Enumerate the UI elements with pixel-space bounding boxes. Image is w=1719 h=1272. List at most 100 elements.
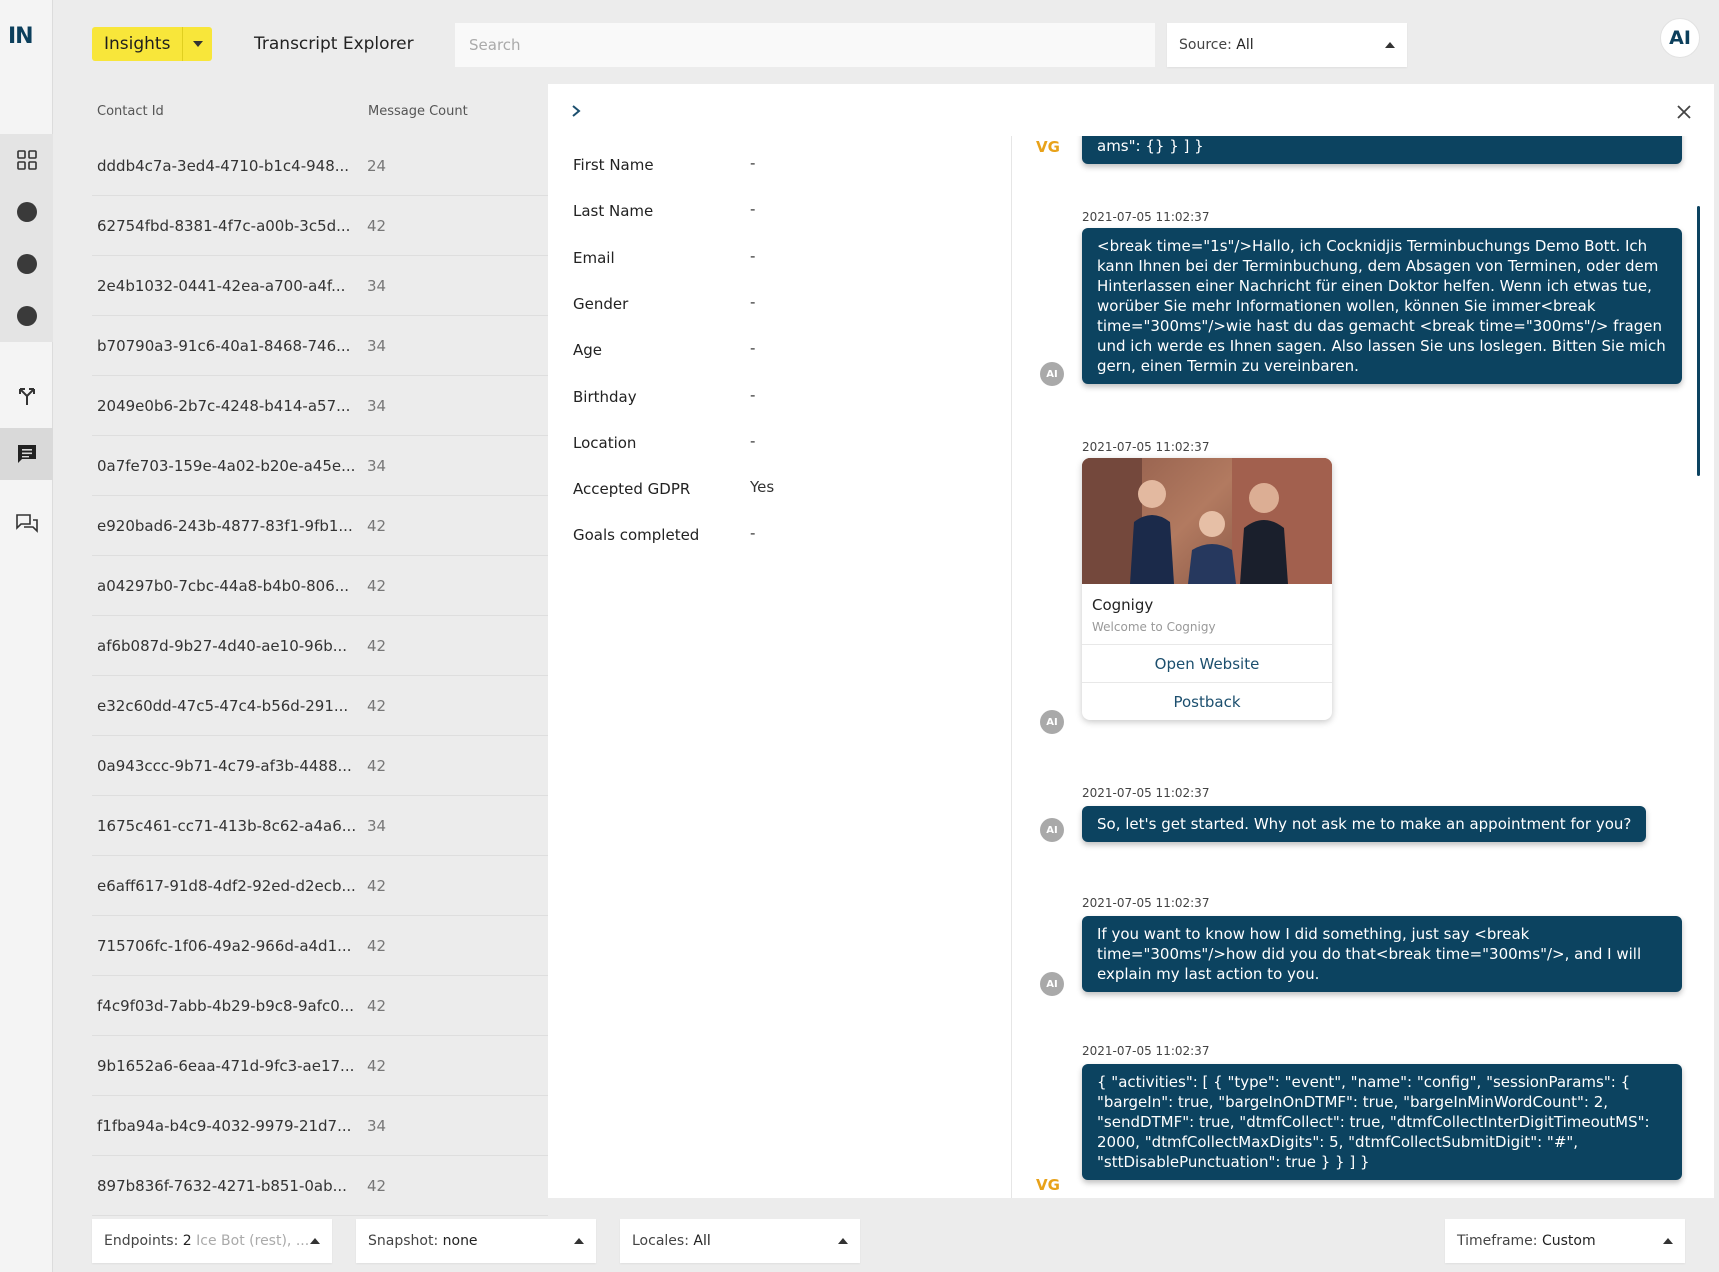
card-subtitle: Welcome to Cognigy [1092,620,1216,634]
contact-id-cell: a04297b0-7cbc-44a8-b4b0-806... [97,576,350,595]
vg-avatar: VG [1036,138,1060,156]
profile-field-label: Email [573,248,615,267]
table-row[interactable]: e6aff617-91d8-4df2-92ed-d2ecb... 42 [92,856,548,916]
profile-field-value: - [750,339,756,358]
table-row[interactable]: 0a7fe703-159e-4a02-b20e-a45e... 34 [92,436,548,496]
contact-id-cell: 1675c461-cc71-413b-8c62-a4a6... [97,816,357,835]
dropdown-arrow-icon [1663,1238,1673,1244]
contact-list: dddb4c7a-3ed4-4710-b1c4-948... 24 62754fbd… [92,136,548,1216]
snapshot-select[interactable]: Snapshot: none [356,1219,596,1263]
table-row[interactable]: 0a943ccc-9b71-4c79-af3b-4488... 42 [92,736,548,796]
nav-item-2[interactable] [0,238,53,290]
table-row[interactable]: dddb4c7a-3ed4-4710-b1c4-948... 24 [92,136,548,196]
contact-id-cell: 0a7fe703-159e-4a02-b20e-a45e... [97,456,356,475]
page-title: Transcript Explorer [254,34,414,54]
search-input[interactable] [455,23,1155,67]
table-row[interactable]: b70790a3-91c6-40a1-8468-746... 34 [92,316,548,376]
source-select[interactable]: Source: All [1167,23,1407,67]
message-bubble: { "activities": [ { "type": "event", "na… [1082,1064,1682,1180]
column-header-contact-id[interactable]: Contact Id [97,104,164,119]
source-label: Source: [1179,37,1232,53]
chevron-down-icon[interactable] [182,27,212,61]
table-row[interactable]: 897b836f-7632-4271-b851-0ab... 42 [92,1156,548,1216]
profile-field-label: Accepted GDPR [573,480,691,499]
table-row[interactable]: 2e4b1032-0441-42ea-a700-a4f... 34 [92,256,548,316]
chevron-right-icon[interactable] [570,104,582,118]
grid-icon [16,150,37,170]
table-row[interactable]: af6b087d-9b27-4d40-ae10-96b... 42 [92,616,548,676]
table-row[interactable]: e920bad6-243b-4877-83f1-9fb1... 42 [92,496,548,556]
nav-dashboard[interactable] [0,134,53,186]
profile-field-label: Age [573,341,603,360]
contact-id-cell: 2e4b1032-0441-42ea-a700-a4f... [97,276,346,295]
dropdown-arrow-icon [838,1238,848,1244]
profile-field-label: Goals completed [573,526,700,545]
profile-field-label: Birthday [573,387,637,406]
endpoints-value: Ice Bot (rest), ... [196,1233,310,1249]
table-row[interactable]: 715706fc-1f06-49a2-966d-a4d1... 42 [92,916,548,976]
table-row[interactable]: 1675c461-cc71-413b-8c62-a4a6... 34 [92,796,548,856]
open-website-button[interactable]: Open Website [1082,644,1332,682]
source-value: All [1236,37,1254,53]
message-count-cell: 24 [367,156,387,175]
postback-button[interactable]: Postback [1082,682,1332,720]
contact-id-cell: 62754fbd-8381-4f7c-a00b-3c5d... [97,216,351,235]
timeframe-label: Timeframe: [1457,1233,1538,1249]
circle-icon [16,254,37,274]
contact-id-cell: dddb4c7a-3ed4-4710-b1c4-948... [97,156,350,175]
nav-conversations[interactable] [0,498,53,550]
table-row[interactable]: 9b1652a6-6eaa-471d-9fc3-ae17... 42 [92,1036,548,1096]
table-row[interactable]: 62754fbd-8381-4f7c-a00b-3c5d... 42 [92,196,548,256]
table-row[interactable]: f1fba94a-b4c9-4032-9979-21d7... 34 [92,1096,548,1156]
table-row[interactable]: f4c9f03d-7abb-4b29-b9c8-9afc0... 42 [92,976,548,1036]
profile-field-label: Last Name [573,202,654,221]
timestamp: 2021-07-05 11:02:37 [1082,1044,1210,1058]
locales-select[interactable]: Locales: All [620,1219,860,1263]
scrollbar[interactable] [1697,206,1700,476]
card-title: Cognigy [1092,596,1154,614]
message-bubble: ams": {} } ] } [1082,136,1682,164]
merge-arrows-icon [18,388,35,405]
vg-avatar: VG [1036,1176,1060,1194]
contact-id-cell: f4c9f03d-7abb-4b29-b9c8-9afc0... [97,996,355,1015]
message-count-cell: 34 [367,456,387,475]
message-count-cell: 34 [367,276,387,295]
gallery-card: Cognigy Welcome to Cognigy Open Website … [1082,458,1332,720]
message-count-cell: 34 [367,396,387,415]
chat-transcript: VG ams": {} } ] } 2021-07-05 11:02:37 <b… [1012,136,1702,1198]
contact-id-cell: e6aff617-91d8-4df2-92ed-d2ecb... [97,876,356,895]
profile-field-value: - [750,154,756,172]
endpoints-select[interactable]: Endpoints: 2 Ice Bot (rest), ... [92,1219,332,1263]
profile-field-value: - [750,524,756,543]
contact-id-cell: b70790a3-91c6-40a1-8468-746... [97,336,351,355]
conversation-icon [15,514,38,533]
snapshot-value: none [442,1233,478,1249]
message-count-cell: 34 [367,1116,387,1135]
nav-flows[interactable] [0,370,53,422]
table-row[interactable]: 2049e0b6-2b7c-4248-b414-a57... 34 [92,376,548,436]
nav-item-3[interactable] [0,290,53,342]
contact-id-cell: 715706fc-1f06-49a2-966d-a4d1... [97,936,352,955]
card-image [1082,458,1332,584]
dropdown-arrow-icon [1385,42,1395,48]
endpoints-count: 2 [182,1233,192,1249]
profile-field-label: First Name [573,156,654,174]
table-row[interactable]: a04297b0-7cbc-44a8-b4b0-806... 42 [92,556,548,616]
timeframe-select[interactable]: Timeframe: Custom [1445,1219,1685,1263]
message-count-cell: 34 [367,336,387,355]
message-count-cell: 42 [367,996,387,1015]
message-bubble: <break time="1s"/>Hallo, ich Cocknidjis … [1082,228,1682,384]
message-count-cell: 34 [367,816,387,835]
transcript-panel: First Name - Last Name - Email - Gender - Age - Bi… [548,84,1714,1198]
brand-logo: AI [1660,18,1700,58]
message-count-cell: 42 [367,516,387,535]
table-row[interactable]: e32c60dd-47c5-47c4-b56d-291... 42 [92,676,548,736]
close-icon[interactable] [1676,104,1692,120]
nav-item-1[interactable] [0,186,53,238]
ai-avatar: AI [1040,972,1064,996]
nav-transcripts[interactable] [0,428,53,480]
ai-avatar: AI [1040,818,1064,842]
timestamp: 2021-07-05 11:02:37 [1082,896,1210,910]
insights-menu-button[interactable]: Insights [92,27,212,61]
column-header-message-count[interactable]: Message Count [368,104,468,119]
